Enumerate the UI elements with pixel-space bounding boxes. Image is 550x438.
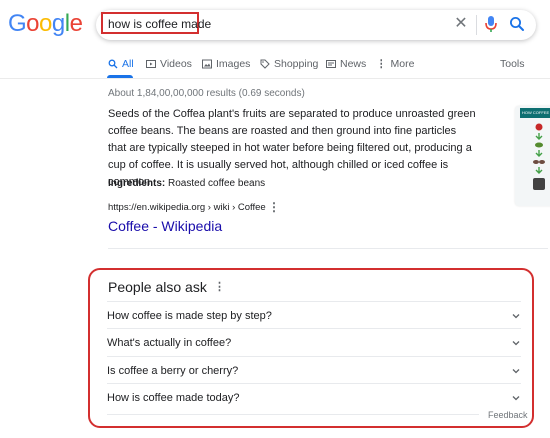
logo-letter: o [26,10,40,37]
tab-videos[interactable]: Videos [146,58,192,70]
header-divider [0,78,550,79]
tab-label: More [390,58,415,70]
more-vert-icon: ⋮ [376,58,387,70]
ingredients-row: Ingredients: Roasted coffee beans [108,178,265,189]
paa-question-text: What's actually in coffee? [107,336,232,349]
infographic-graphic [533,123,545,190]
logo-letter: G [8,10,27,37]
paa-question[interactable]: How is coffee made today? [107,383,521,411]
tab-label: Videos [160,58,192,70]
video-icon [146,60,156,68]
tools-button[interactable]: Tools [500,58,525,70]
search-divider [476,15,477,35]
tab-images[interactable]: Images [202,58,250,70]
paa-divider [107,414,479,415]
chevron-down-icon [512,368,520,373]
chevron-down-icon [512,340,520,345]
chevron-down-icon [512,395,520,400]
snippet-divider [108,248,548,249]
tab-label: News [340,58,367,70]
paa-question[interactable]: How coffee is made step by step? [107,301,521,329]
search-icon[interactable] [508,15,526,33]
logo-letter: g [51,10,65,37]
tag-icon [260,59,270,69]
paa-question[interactable]: What's actually in coffee? [107,328,521,356]
tab-label: Images [216,58,251,70]
news-icon [326,60,336,68]
tab-shopping[interactable]: Shopping [260,58,318,70]
search-icon [108,59,118,69]
tab-label: Shopping [274,58,319,70]
tab-label: All [122,58,134,70]
more-options-icon[interactable]: ⋮ [214,280,225,293]
ingredients-label: Ingredients: [108,178,166,189]
logo-letter: e [69,10,83,37]
tab-news[interactable]: News [326,58,366,70]
results-stats: About 1,84,00,00,000 results (0.69 secon… [108,88,305,99]
paa-question-text: How is coffee made today? [107,391,240,404]
result-title-link[interactable]: Coffee - Wikipedia [108,218,222,234]
clear-icon[interactable]: ✕ [452,15,470,33]
tab-all[interactable]: All [108,58,134,70]
google-logo[interactable]: Google [8,10,83,38]
thumbnail-title: HOW COFFEE [520,108,550,118]
logo-letter: o [39,10,52,37]
feedback-link[interactable]: Feedback [488,410,528,420]
paa-question-text: Is coffee a berry or cherry? [107,364,239,377]
tab-more[interactable]: ⋮ More [376,58,414,70]
microphone-icon[interactable] [483,14,499,34]
chevron-down-icon [512,313,520,318]
paa-question-text: How coffee is made step by step? [107,309,272,322]
search-input[interactable]: how is coffee made [108,17,211,31]
paa-question[interactable]: Is coffee a berry or cherry? [107,356,521,384]
more-options-icon[interactable]: ⋮ [268,200,280,214]
image-icon [202,59,212,69]
people-also-ask-heading: People also ask [108,279,207,295]
ingredients-value: Roasted coffee beans [168,178,266,189]
result-url[interactable]: https://en.wikipedia.org › wiki › Coffee [108,202,266,213]
